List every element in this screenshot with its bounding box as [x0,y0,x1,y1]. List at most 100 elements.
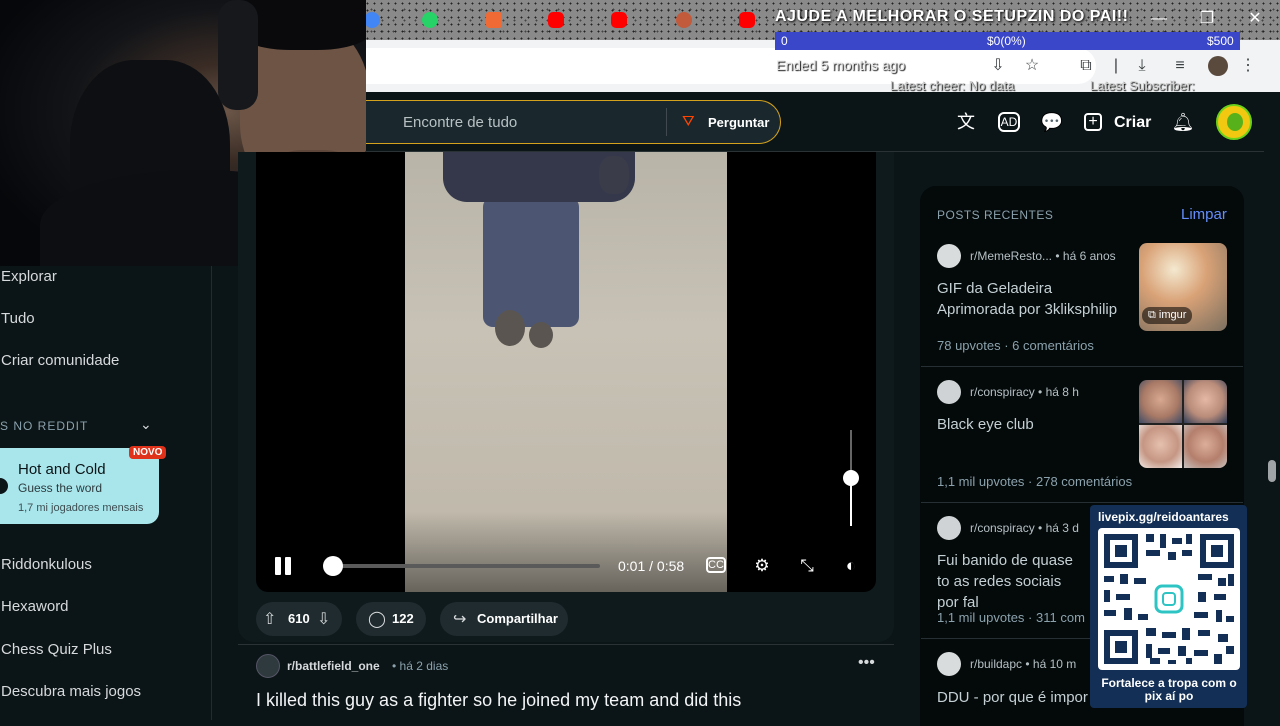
recent-post-1-meta[interactable]: r/MemeResto... • há 6 anos [970,249,1116,263]
clear-recent-button[interactable]: Limpar [1181,206,1227,223]
overlay-ended: Ended 5 months ago [776,57,906,73]
chevron-down-icon[interactable]: ⌄ [140,416,152,433]
recent-divider [921,502,1243,503]
create-button[interactable]: Criar [1114,114,1151,132]
subreddit-avatar [937,516,961,540]
recent-post-2-meta[interactable]: r/conspiracy • há 8 h [970,385,1079,399]
translate-icon[interactable]: 文 [954,110,978,134]
bookmark-icon[interactable] [486,12,502,28]
downvote-icon[interactable]: ⇩ [317,609,330,629]
recent-post-2-thumbnail[interactable] [1139,380,1227,468]
image-icon[interactable] [676,12,692,28]
downloads-icon[interactable]: ⤓ [1132,56,1152,76]
new-badge: NOVO [129,446,167,459]
comment-count: 122 [392,611,414,626]
recent-post-3-stats: 1,1 mil upvotes · 311 com [937,610,1085,625]
upvote-icon[interactable]: ⇧ [263,609,276,629]
scrollbar-thumb[interactable] [1268,460,1276,482]
sidebar-item-criar-comunidade[interactable]: Criar comunidade [1,352,119,369]
recent-post-4-title[interactable]: DDU - por que é impor [937,687,1097,708]
sidebar-item-tudo[interactable]: Tudo [1,310,35,327]
settings-icon[interactable]: ⚙ [750,554,774,578]
fullscreen-icon[interactable]: ⤡ [795,554,819,578]
qr-caption: Fortalece a tropa com o pix aí po [1101,676,1237,703]
seek-bar[interactable] [328,564,600,568]
more-options-icon[interactable]: ••• [858,654,875,672]
game-subtitle: Guess the word [18,481,103,495]
sidebar-section-heading[interactable]: S NO REDDIT [0,419,88,433]
recent-post-3-meta[interactable]: r/conspiracy • há 3 d [970,521,1079,535]
subreddit-avatar [937,652,961,676]
pause-button[interactable] [272,555,294,577]
profile-icon[interactable] [1208,56,1228,76]
volume-icon[interactable]: ◐ [839,554,863,578]
imgur-badge: ⧉ imgur [1142,307,1193,324]
subreddit-avatar[interactable] [256,654,280,678]
video-time: 0:01 / 0:58 [618,558,685,574]
toolbar-divider: | [1113,57,1119,74]
qr-url: livepix.gg/reidoantares [1098,510,1229,524]
search-divider [666,108,667,136]
qr-code [1098,528,1240,670]
recent-post-2-title[interactable]: Black eye club [937,414,1129,435]
overlay-title: AJUDE A MELHORAR O SETUPZIN DO PAI!! [775,8,1129,25]
goal-target: $500 [1207,34,1234,48]
recent-divider [921,366,1243,367]
ask-button[interactable]: Perguntar [708,115,769,130]
share-label: Compartilhar [477,611,558,626]
recent-post-4-meta[interactable]: r/buildapc • há 10 m [970,657,1076,671]
minimize-icon[interactable]: — [1148,8,1170,30]
game-title: Hot and Cold [18,461,106,478]
maximize-icon[interactable]: ❐ [1196,8,1218,30]
overlay-latest-cheer: Latest cheer: No data [890,78,1015,93]
comment-icon: ◯ [368,611,386,628]
overlay-latest-subscriber: Latest Subscriber: [1090,78,1195,93]
video-frame[interactable] [405,152,727,592]
sidebar-item-explorar[interactable]: Explorar [1,268,57,285]
subreddit-avatar [937,244,961,268]
next-post-title[interactable]: I killed this guy as a fighter so he joi… [256,690,741,711]
youtube-icon[interactable] [739,12,755,28]
reddit-answers-icon[interactable]: ⛛ [682,113,700,131]
create-icon[interactable]: + [1084,113,1102,131]
next-post-subreddit[interactable]: r/battlefield_one [287,659,380,673]
chat-icon[interactable]: 💬 [1040,110,1064,134]
share-icon: ↪ [453,611,467,628]
more-icon[interactable]: ⋮ [1238,56,1258,76]
whatsapp-icon[interactable] [422,12,438,28]
star-icon[interactable]: ☆ [1022,56,1042,76]
recent-posts-heading: POSTS RECENTES [937,208,1054,222]
youtube-icon[interactable] [548,12,564,28]
extensions-icon[interactable]: ⧉ [1076,56,1096,76]
close-icon[interactable]: ✕ [1244,8,1266,30]
game-users: 1,7 mi jogadores mensais [18,502,144,514]
goal-bar: 0 $0(0%) $500 [775,32,1240,50]
advertise-icon[interactable]: AD [998,112,1020,132]
notifications-icon[interactable]: 🔔︎ [1171,110,1195,134]
recent-post-1-stats: 78 upvotes · 6 comentários [937,338,1094,353]
goal-current: $0(0%) [987,34,1026,48]
volume-handle[interactable] [843,470,859,486]
goal-start: 0 [781,34,788,48]
recent-post-1-title[interactable]: GIF da Geladeira Aprimorada por 3kliksph… [937,278,1129,320]
post-divider [238,644,894,645]
next-post-time-text: há 2 dias [399,659,449,673]
recent-post-2-stats: 1,1 mil upvotes · 278 comentários [937,474,1133,489]
next-post-time: • há 2 dias [392,659,449,673]
search-placeholder: Encontre de tudo [403,114,518,131]
sidebar-game-chess-quiz-plus[interactable]: Chess Quiz Plus [1,641,112,658]
vote-count: 610 [288,611,310,626]
chrome-icon[interactable] [364,12,380,28]
sidebar-game-hexaword[interactable]: Hexaword [1,598,69,615]
sidebar-discover-games[interactable]: Descubra mais jogos [1,683,141,700]
avatar[interactable] [1216,104,1252,140]
sidebar-game-riddonkulous[interactable]: Riddonkulous [1,556,92,573]
subreddit-avatar [937,380,961,404]
comments-button[interactable] [356,602,426,636]
page-scrollbar[interactable] [1264,92,1280,720]
playlist-icon[interactable]: ≡ [1170,56,1190,76]
captions-icon[interactable]: CC [706,557,726,573]
recent-post-3-title[interactable]: Fui banido de quase to as redes sociais … [937,550,1087,613]
install-icon[interactable]: ⇩ [988,56,1008,76]
youtube-icon[interactable] [611,12,627,28]
